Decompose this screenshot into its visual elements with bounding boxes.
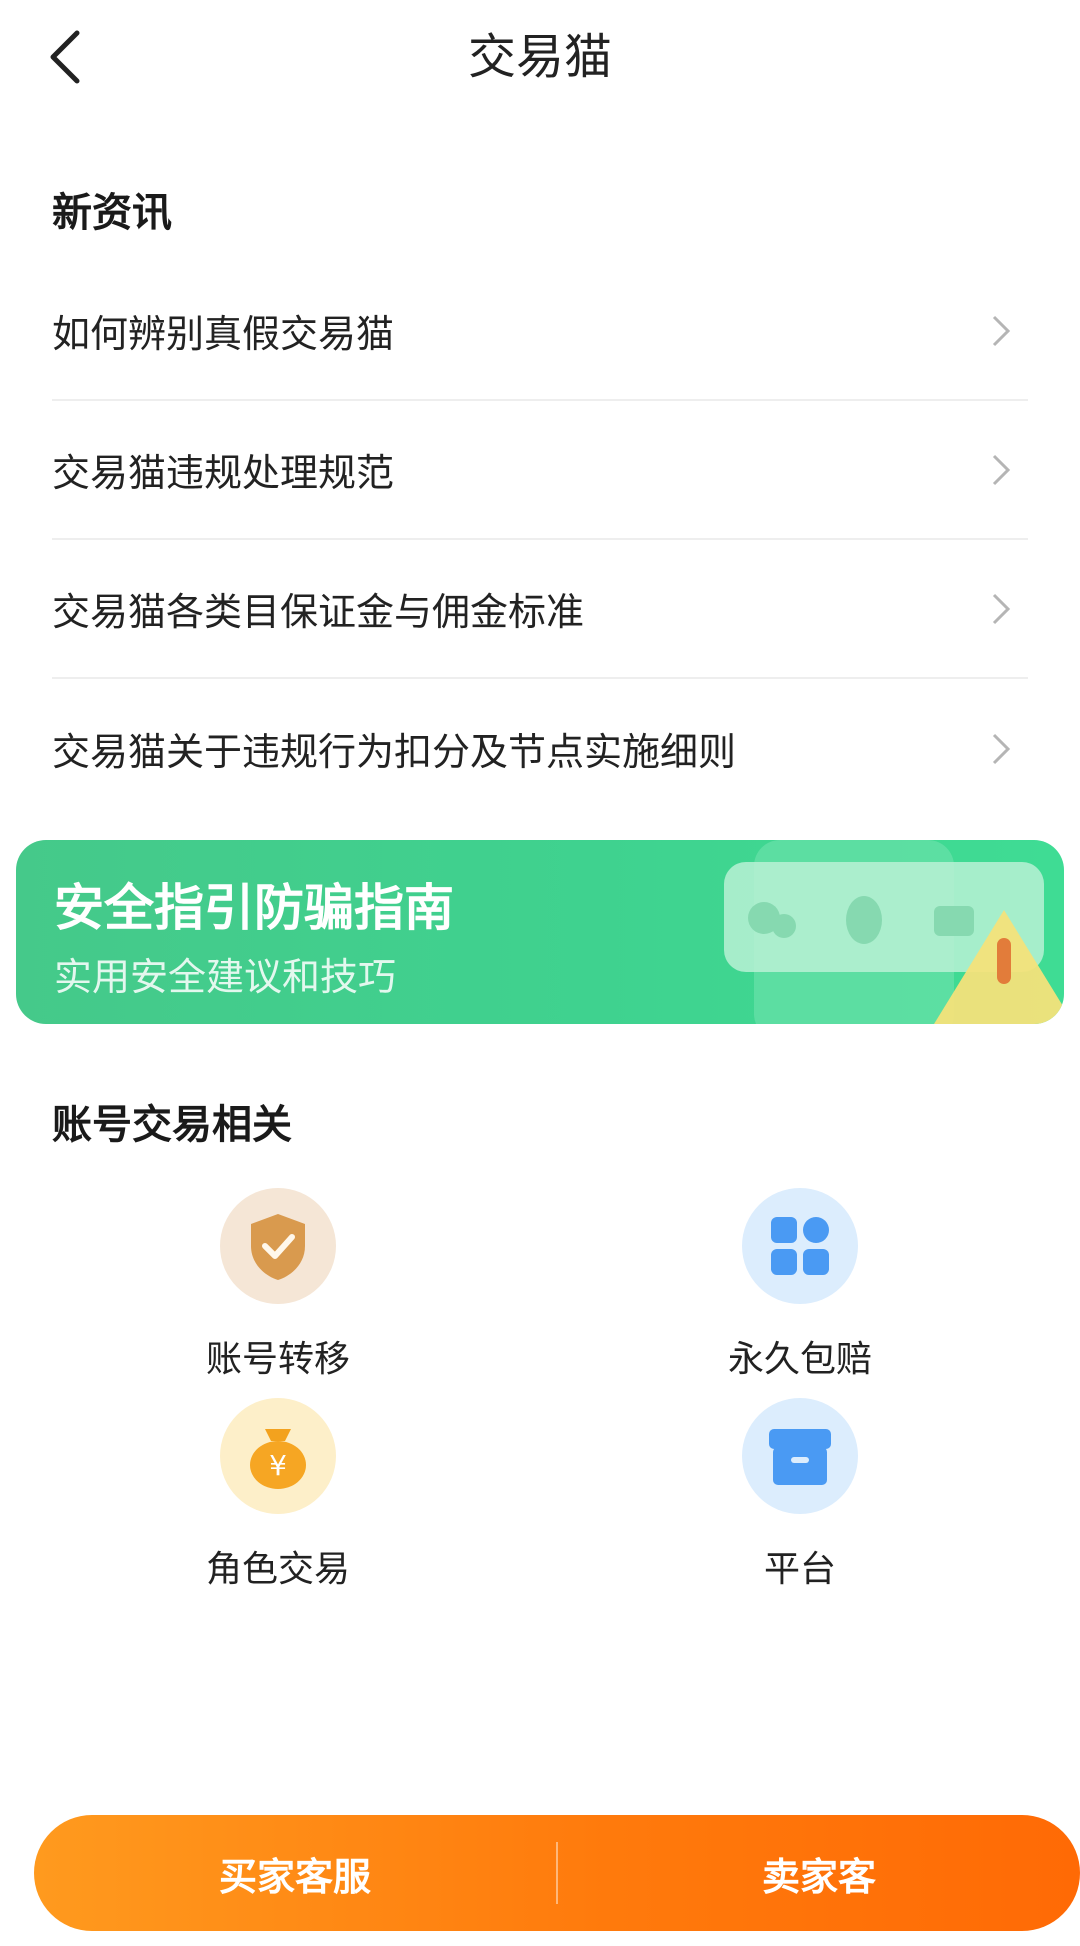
- news-item-label: 交易猫关于违规行为扣分及节点实施细则: [52, 730, 737, 774]
- account-section-title: 账号交易相关: [52, 1102, 292, 1148]
- money-bag-icon: ¥: [220, 1398, 336, 1514]
- chevron-right-icon: [992, 733, 1011, 764]
- phone-warning-illustration-icon: [724, 840, 1064, 1024]
- grid-item-label: 角色交易: [205, 1549, 350, 1590]
- news-item[interactable]: 如何辨别真假交易猫: [52, 262, 1028, 401]
- header: 交易猫: [0, 0, 1080, 120]
- seller-service-button[interactable]: 卖家客: [558, 1846, 1080, 1901]
- news-item[interactable]: 交易猫关于违规行为扣分及节点实施细则: [52, 679, 1028, 818]
- news-item-label: 交易猫各类目保证金与佣金标准: [52, 590, 585, 634]
- banner-title: 安全指引防骗指南: [54, 879, 454, 937]
- page-title: 交易猫: [467, 29, 612, 85]
- grid-item-label: 账号转移: [205, 1339, 350, 1380]
- service-pill: 买家客服 卖家客: [34, 1815, 1080, 1931]
- chevron-right-icon: [992, 593, 1011, 624]
- buyer-service-button[interactable]: 买家客服: [34, 1846, 556, 1901]
- grid-apps-icon: [742, 1188, 858, 1304]
- shield-check-icon: [220, 1188, 336, 1304]
- news-list: 如何辨别真假交易猫 交易猫违规处理规范 交易猫各类目保证金与佣金标准 交易猫关于…: [52, 262, 1028, 818]
- news-item-label: 如何辨别真假交易猫: [52, 312, 395, 356]
- bottom-service-bar: 买家客服 卖家客: [0, 1790, 1080, 1946]
- news-section-title: 新资讯: [52, 190, 172, 236]
- permanent-compensation-item[interactable]: 永久包赔: [660, 1188, 940, 1382]
- safety-guide-banner[interactable]: 安全指引防骗指南 实用安全建议和技巧: [16, 840, 1064, 1024]
- platform-item[interactable]: 平台: [660, 1398, 940, 1592]
- news-item-label: 交易猫违规处理规范: [52, 451, 395, 495]
- grid-item-label: 永久包赔: [727, 1339, 872, 1380]
- chevron-right-icon: [992, 315, 1011, 346]
- news-item[interactable]: 交易猫违规处理规范: [52, 401, 1028, 540]
- news-item[interactable]: 交易猫各类目保证金与佣金标准: [52, 540, 1028, 679]
- banner-subtitle: 实用安全建议和技巧: [54, 955, 397, 999]
- box-icon: [742, 1398, 858, 1514]
- grid-item-label: 平台: [763, 1549, 836, 1590]
- account-transfer-item[interactable]: 账号转移: [138, 1188, 418, 1382]
- svg-text:¥: ¥: [269, 1449, 287, 1482]
- chevron-right-icon: [992, 454, 1011, 485]
- character-trade-item[interactable]: ¥ 角色交易: [138, 1398, 418, 1592]
